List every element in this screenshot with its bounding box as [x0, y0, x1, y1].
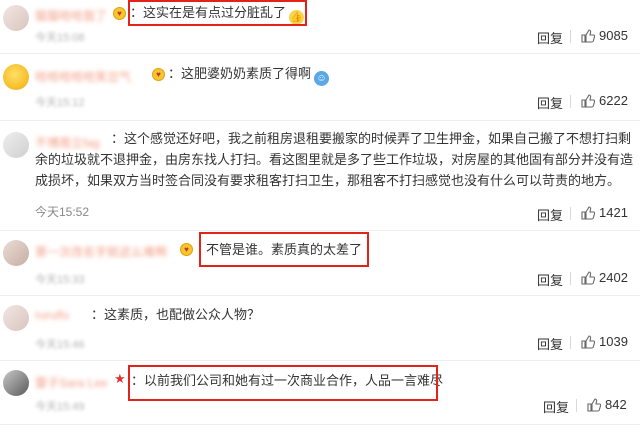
reply-button[interactable]: 回复: [543, 397, 569, 416]
divider: [0, 424, 640, 425]
avatar[interactable]: [3, 64, 29, 90]
username[interactable]: ruruifu: [35, 308, 69, 322]
highlight-box: [128, 0, 307, 26]
like-count: 1039: [599, 334, 628, 349]
reply-button[interactable]: 回复: [537, 334, 563, 353]
vip-badge-icon: ♥: [152, 68, 165, 81]
thumbs-up-icon: [581, 29, 595, 43]
comment-time: 今天15:46: [35, 339, 85, 351]
divider: [0, 53, 640, 54]
thumbs-up-icon: [581, 271, 595, 285]
action-divider: [570, 272, 571, 285]
divider: [0, 295, 640, 296]
thumbs-up-icon: [587, 398, 601, 412]
vip-badge-icon: ♥: [113, 7, 126, 20]
reply-button[interactable]: 回复: [537, 205, 563, 224]
thumbs-up-icon: [581, 335, 595, 349]
avatar[interactable]: [3, 305, 29, 331]
comment-text: ：这肥婆奶奶素质了得啊 ☺: [168, 63, 330, 86]
avatar[interactable]: [3, 132, 29, 158]
action-divider: [570, 30, 571, 43]
action-divider: [570, 336, 571, 349]
highlight-box: [199, 232, 369, 267]
username[interactable]: 猫猫哈哈我了: [35, 7, 107, 24]
action-divider: [570, 95, 571, 108]
comment-time: 今天15:33: [35, 274, 85, 286]
like-count: 2402: [599, 270, 628, 285]
comment-text: ：这个感觉还好吧，我之前租房退租要搬家的时候弄了卫生押金，如果自己搬了不想打扫剩…: [35, 131, 634, 188]
star-badge-icon: ★: [114, 371, 126, 386]
like-count: 1421: [599, 205, 628, 220]
comment-time: 今天15:08: [35, 32, 85, 44]
username[interactable]: 第一次改名字就这么难啊: [35, 243, 167, 260]
like-count: 9085: [599, 28, 628, 43]
divider: [0, 120, 640, 121]
thumbs-up-icon: [581, 94, 595, 108]
comment-text: ：这素质，也配做公众人物？: [91, 307, 261, 322]
highlight-box: [128, 365, 438, 401]
thumbs-up-icon: [581, 206, 595, 220]
avatar[interactable]: [3, 370, 29, 396]
like-count: 6222: [599, 93, 628, 108]
like-count: 842: [605, 397, 627, 412]
reply-button[interactable]: 回复: [537, 93, 563, 112]
vip-badge-icon: ♥: [180, 243, 193, 256]
avatar[interactable]: [3, 240, 29, 266]
avatar[interactable]: [3, 5, 29, 31]
divider: [0, 230, 640, 231]
comment-time: 今天15:12: [35, 97, 85, 109]
action-divider: [576, 399, 577, 412]
comment-time: 今天15:52: [35, 205, 90, 219]
action-divider: [570, 207, 571, 220]
reply-button[interactable]: 回复: [537, 28, 563, 47]
username[interactable]: 哈哈哈哈哈笑岔气: [35, 68, 131, 85]
divider: [0, 360, 640, 361]
username[interactable]: 雷子Sara Lee: [35, 374, 108, 391]
reply-button[interactable]: 回复: [537, 270, 563, 289]
comment-time: 今天15:49: [35, 401, 85, 413]
doraemon-emoji-icon: ☺: [314, 71, 330, 86]
